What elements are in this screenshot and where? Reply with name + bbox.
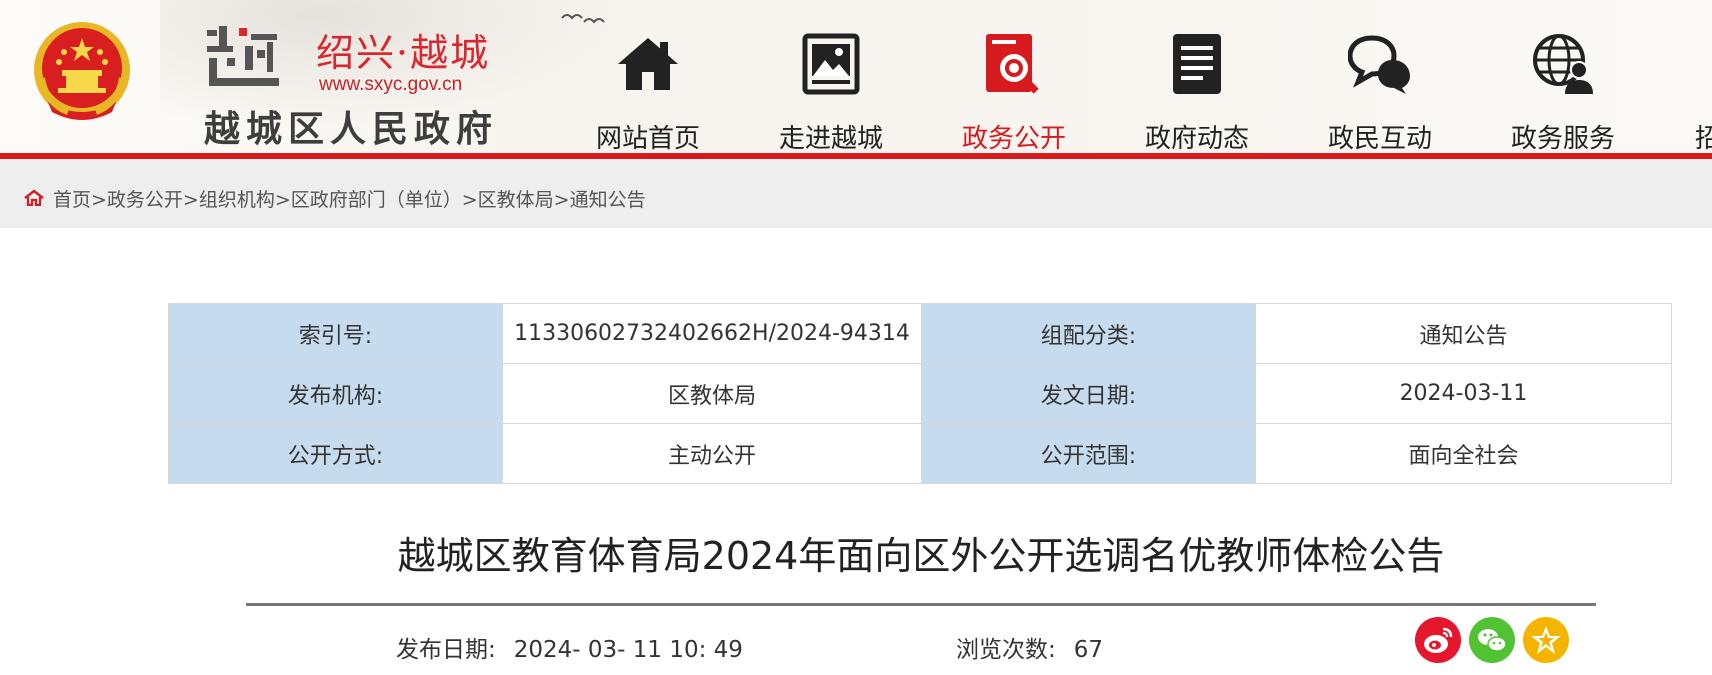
meta-value: 2024-03-11	[1255, 363, 1672, 424]
document-meta-table: 索引号: 11330602732402662H/2024-94314 组配分类:…	[168, 303, 1672, 484]
chat-bubbles-icon	[1348, 35, 1410, 94]
nav-item-home[interactable]: 网站首页	[573, 0, 723, 153]
publish-date: 发布日期: 2024- 03- 11 10: 49	[396, 630, 743, 664]
nav-label: 走进越城	[778, 124, 883, 153]
nav-item-recruitment[interactable]: 招	[1671, 0, 1712, 153]
meta-value: 11330602732402662H/2024-94314	[502, 303, 922, 364]
table-row: 公开方式: 主动公开 公开范围: 面向全社会	[168, 423, 1672, 484]
nav-label: 招	[1695, 124, 1712, 153]
site-url[interactable]: www.sxyc.gov.cn	[319, 74, 462, 96]
wechat-icon	[1478, 629, 1507, 652]
yue-logo-mark-icon	[207, 26, 279, 86]
nav-item-government-news[interactable]: 政府动态	[1122, 0, 1272, 153]
meta-value: 面向全社会	[1255, 423, 1672, 484]
home-icon[interactable]	[24, 189, 44, 206]
meta-value: 通知公告	[1255, 303, 1672, 364]
nav-item-about[interactable]: 走进越城	[756, 0, 906, 153]
document-lines-icon	[1173, 34, 1221, 94]
magnifier-document-icon	[986, 34, 1039, 94]
meta-label: 组配分类:	[921, 303, 1256, 364]
view-count: 浏览次数: 67	[956, 630, 1103, 664]
national-emblem-icon[interactable]	[28, 18, 136, 126]
nav-item-government-affairs[interactable]: 政务公开	[939, 0, 1089, 153]
meta-label: 公开范围:	[921, 423, 1256, 484]
nav-label: 政府动态	[1144, 124, 1249, 153]
breadcrumb: 首页>政务公开>组织机构>区政府部门（单位）>区教体局>通知公告	[0, 159, 1712, 228]
site-header: 绍兴·越城 www.sxyc.gov.cn 越城区人民政府 网站首页 走进越城	[0, 0, 1712, 153]
share-favorite-button[interactable]	[1523, 617, 1569, 663]
publish-date-value: 2024- 03- 11 10: 49	[513, 637, 743, 663]
meta-label: 公开方式:	[168, 423, 503, 484]
nav-label: 政务公开	[961, 124, 1066, 153]
house-icon	[618, 38, 678, 90]
meta-value: 区教体局	[502, 363, 922, 424]
weibo-icon	[1424, 627, 1453, 653]
nav-item-interaction[interactable]: 政民互动	[1305, 0, 1455, 153]
share-wechat-button[interactable]	[1469, 617, 1515, 663]
table-row: 发布机构: 区教体局 发文日期: 2024-03-11	[168, 363, 1672, 424]
title-divider	[246, 603, 1596, 606]
view-count-label: 浏览次数:	[956, 637, 1056, 663]
nav-label: 政民互动	[1327, 124, 1432, 153]
meta-label: 发文日期:	[921, 363, 1256, 424]
share-weibo-button[interactable]	[1415, 617, 1461, 663]
table-row: 索引号: 11330602732402662H/2024-94314 组配分类:…	[168, 303, 1672, 364]
picture-icon	[802, 33, 860, 95]
breadcrumb-trail[interactable]: 首页>政务公开>组织机构>区政府部门（单位）>区教体局>通知公告	[53, 185, 646, 212]
meta-label: 索引号:	[168, 303, 503, 364]
favorite-star-icon	[1531, 626, 1561, 654]
site-name[interactable]: 越城区人民政府	[204, 100, 498, 152]
publish-date-label: 发布日期:	[396, 637, 496, 663]
city-slogan: 绍兴·越城	[316, 31, 491, 75]
article-title: 越城区教育体育局2024年面向区外公开选调名优教师体检公告	[397, 534, 1445, 578]
meta-label: 发布机构:	[168, 363, 503, 424]
view-count-value: 67	[1073, 637, 1104, 663]
nav-label: 网站首页	[595, 124, 700, 153]
nav-label: 政务服务	[1510, 124, 1615, 153]
meta-value: 主动公开	[502, 423, 922, 484]
globe-person-icon	[1533, 34, 1593, 94]
nav-item-services[interactable]: 政务服务	[1488, 0, 1638, 153]
